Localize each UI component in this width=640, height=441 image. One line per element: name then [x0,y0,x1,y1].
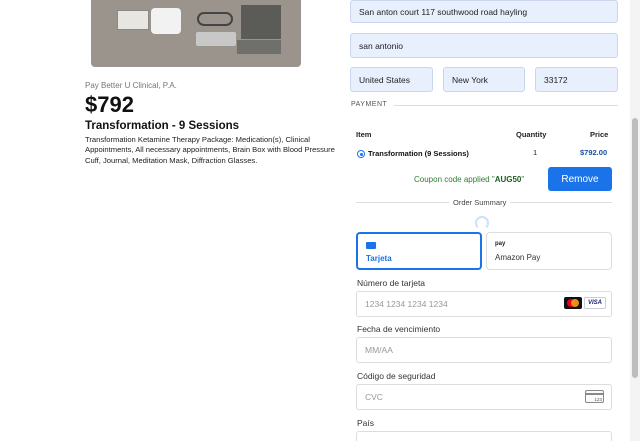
product-box [117,10,149,30]
coupon-prefix: Coupon code applied " [414,175,495,184]
amazon-pay-icon: pay [495,241,506,247]
meditation-mask [237,40,281,54]
table-header-quantity: Quantity [516,130,547,139]
visa-icon: VISA [584,297,606,309]
medication-blister [196,32,236,46]
journal [241,5,281,39]
coupon-suffix: " [521,175,525,184]
product-title: Transformation - 9 Sessions [85,120,240,132]
expiry-label: Fecha de vencimiento [357,324,441,334]
zip-input[interactable]: 33172 [535,67,618,92]
tab-card-label: Tarjeta [366,254,392,263]
loading-spinner-icon [475,216,489,230]
company-name: Pay Better U Clinical, P.A. [85,81,177,90]
cvc-card-icon: 123 [585,390,604,403]
payment-country-select[interactable] [356,431,612,441]
coupon-code: AUG50 [494,175,522,184]
order-item-price: $792.00 [580,148,608,157]
order-summary-label: Order Summary [449,198,511,207]
country-select[interactable]: United States [350,67,433,92]
tab-amazon-pay-label: Amazon Pay [495,253,541,262]
item-radio[interactable] [357,150,365,158]
diffraction-glasses [197,12,233,26]
state-select[interactable]: New York [443,67,525,92]
cvc-input[interactable]: CVC [356,384,612,410]
brain-box-device [151,8,181,34]
mastercard-icon [564,297,582,309]
cvc-icon-text: 123 [594,397,602,402]
product-price: $792 [85,92,134,117]
order-item-quantity: 1 [533,148,538,157]
remove-coupon-button[interactable]: Remove [548,167,612,191]
table-header-item: Item [356,130,372,139]
section-divider [394,105,618,106]
table-header-price: Price [590,130,609,139]
payment-section-label: PAYMENT [351,101,388,108]
address-line1-input[interactable]: San anton court 117 southwood road hayli… [350,0,618,23]
product-image [91,0,301,67]
city-input[interactable]: san antonio [350,33,618,58]
country-label: País [357,418,375,428]
credit-card-icon [366,242,376,251]
scrollbar-thumb[interactable] [632,118,638,378]
coupon-status: Coupon code applied "AUG50" [414,175,524,184]
product-description: Transformation Ketamine Therapy Package:… [85,135,335,165]
cvc-label: Código de seguridad [357,371,436,381]
order-item-name: Transformation (9 Sessions) [368,149,469,158]
expiry-input[interactable]: MM/AA [356,337,612,363]
card-number-label: Número de tarjeta [357,278,426,288]
tab-amazon-pay[interactable]: pay Amazon Pay [486,232,612,270]
tab-card[interactable]: Tarjeta [356,232,482,270]
